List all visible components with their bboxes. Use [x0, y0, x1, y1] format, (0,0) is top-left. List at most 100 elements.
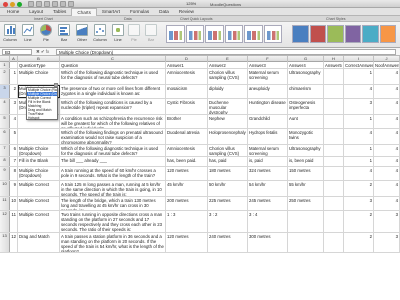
quick-layout-6[interactable]: [263, 25, 282, 43]
table-cell[interactable]: Maternal serum screening: [248, 145, 288, 156]
other-charts-button[interactable]: Line: [110, 24, 126, 42]
switch-plot-button[interactable]: Bar: [142, 24, 160, 42]
header-cell[interactable]: Question: [60, 62, 166, 68]
quick-layout-2[interactable]: [185, 25, 204, 43]
bar-chart-button[interactable]: Bar: [56, 24, 72, 42]
table-cell[interactable]: Ultrasonography: [288, 69, 324, 84]
table-cell[interactable]: 1: [10, 69, 18, 84]
line-chart-button[interactable]: Line: [20, 24, 36, 42]
table-cell[interactable]: 3: [374, 211, 400, 232]
redo-icon[interactable]: [68, 1, 74, 7]
table-cell[interactable]: 4: [344, 129, 374, 144]
table-cell[interactable]: 4: [374, 129, 400, 144]
table-cell[interactable]: [324, 69, 344, 84]
row-header[interactable]: 11: [0, 197, 10, 210]
header-cell[interactable]: NoofAnswers: [374, 62, 400, 68]
print-icon[interactable]: [52, 1, 58, 7]
header-cell[interactable]: QuestionType: [18, 62, 60, 68]
row-header[interactable]: 3: [0, 85, 10, 98]
row-header[interactable]: 1: [0, 62, 10, 68]
table-cell[interactable]: Which of the following conditions is cau…: [60, 99, 166, 114]
table-cell[interactable]: 3: [374, 233, 400, 252]
header-cell[interactable]: CorrectAnswer: [344, 62, 374, 68]
table-cell[interactable]: 55 km/hr: [288, 181, 324, 196]
chart-style-5[interactable]: [362, 25, 379, 43]
table-cell[interactable]: 1: [344, 145, 374, 156]
table-cell[interactable]: Amniocentesis: [166, 145, 208, 156]
table-cell[interactable]: 2: [10, 85, 18, 98]
table-cell[interactable]: is, paid: [248, 157, 288, 166]
quick-layout-5[interactable]: [244, 25, 263, 43]
table-cell[interactable]: 1: [344, 115, 374, 128]
table-cell[interactable]: 1: [344, 157, 374, 166]
table-cell[interactable]: 3 : 2: [208, 211, 248, 232]
row-header[interactable]: 13: [0, 233, 10, 252]
scatter-chart-button[interactable]: Column: [92, 24, 108, 42]
table-cell[interactable]: Holoprosencephaly: [208, 129, 248, 144]
chart-style-1[interactable]: [292, 25, 309, 43]
table-cell[interactable]: A train 125 m long passes a man, running…: [60, 181, 166, 196]
table-cell[interactable]: 3: [344, 197, 374, 210]
table-cell[interactable]: 120 metres: [166, 233, 208, 252]
row-header[interactable]: 12: [0, 211, 10, 232]
table-cell[interactable]: [288, 233, 324, 252]
table-cell[interactable]: 4: [374, 85, 400, 98]
table-cell[interactable]: Multiple Correct: [18, 181, 60, 196]
table-cell[interactable]: 120 metres: [166, 167, 208, 180]
chart-quick-layouts-gallery[interactable]: [166, 25, 282, 43]
name-box[interactable]: B3: [2, 49, 32, 55]
chart-style-4[interactable]: [344, 25, 361, 43]
table-cell[interactable]: Fill in the Blank: [18, 157, 60, 166]
table-cell[interactable]: Duodenal atresia: [166, 129, 208, 144]
table-cell[interactable]: 200 metres: [166, 197, 208, 210]
table-cell[interactable]: [288, 211, 324, 232]
table-cell[interactable]: 300 metres: [248, 233, 288, 252]
row-header[interactable]: 2: [0, 69, 10, 84]
table-cell[interactable]: Cystic Fibrosis: [166, 99, 208, 114]
select-data-button[interactable]: Pie: [126, 24, 142, 42]
table-cell[interactable]: 5: [10, 129, 18, 144]
spreadsheet-grid[interactable]: A B C D E F G H I J 1 QuestionType Questio…: [0, 56, 400, 300]
row-header[interactable]: 4: [0, 99, 10, 114]
table-cell[interactable]: Aunt: [288, 115, 324, 128]
table-cell[interactable]: Which of the following findings on prena…: [60, 129, 166, 144]
table-cell[interactable]: mosaicism: [166, 85, 208, 98]
save-icon[interactable]: [44, 1, 50, 7]
table-cell[interactable]: 45 km/hr: [166, 181, 208, 196]
table-cell[interactable]: Multiple Correct: [18, 197, 60, 210]
table-cell[interactable]: 3 : 4: [248, 211, 288, 232]
table-cell[interactable]: 2: [344, 211, 374, 232]
formula-input[interactable]: Multiple Choice (Dropdown): [56, 49, 396, 55]
table-cell[interactable]: 6: [10, 145, 18, 156]
table-cell[interactable]: A train running at the speed of 60 km/hr…: [60, 167, 166, 180]
table-cell[interactable]: 4: [344, 167, 374, 180]
table-cell[interactable]: The length of the bridge, which a train …: [60, 197, 166, 210]
chart-styles-gallery[interactable]: [292, 25, 396, 43]
table-cell[interactable]: 225 metres: [208, 197, 248, 210]
table-cell[interactable]: 9: [10, 181, 18, 196]
tab-data[interactable]: Data: [154, 8, 174, 16]
table-cell[interactable]: Chorion villus sampling (CVS): [208, 145, 248, 156]
table-cell[interactable]: 4: [374, 181, 400, 196]
table-cell[interactable]: 8: [10, 167, 18, 180]
header-cell[interactable]: Answer1: [166, 62, 208, 68]
tab-smartart[interactable]: SmartArt: [97, 8, 125, 16]
row-header[interactable]: 5: [0, 115, 10, 128]
header-cell[interactable]: [10, 62, 18, 68]
table-cell[interactable]: has, been paid.: [166, 157, 208, 166]
new-icon[interactable]: [28, 1, 34, 7]
dropdown-option[interactable]: Hotspot: [27, 116, 57, 120]
table-cell[interactable]: Ultrasonography: [288, 145, 324, 156]
table-cell[interactable]: 10: [10, 197, 18, 210]
table-cell[interactable]: 150 metres: [288, 167, 324, 180]
tab-charts[interactable]: Charts: [71, 7, 97, 16]
table-cell[interactable]: Multiple Choice (Dropdown): [18, 167, 60, 180]
table-cell[interactable]: Osteogenesis imperfecta: [288, 99, 324, 114]
table-cell[interactable]: [324, 167, 344, 180]
table-cell[interactable]: [324, 157, 344, 166]
tab-tables[interactable]: Tables: [48, 8, 71, 16]
table-cell[interactable]: Multiple Choice: [18, 69, 60, 84]
table-cell[interactable]: [324, 211, 344, 232]
table-cell[interactable]: 2: [344, 181, 374, 196]
table-cell[interactable]: 4: [374, 157, 400, 166]
